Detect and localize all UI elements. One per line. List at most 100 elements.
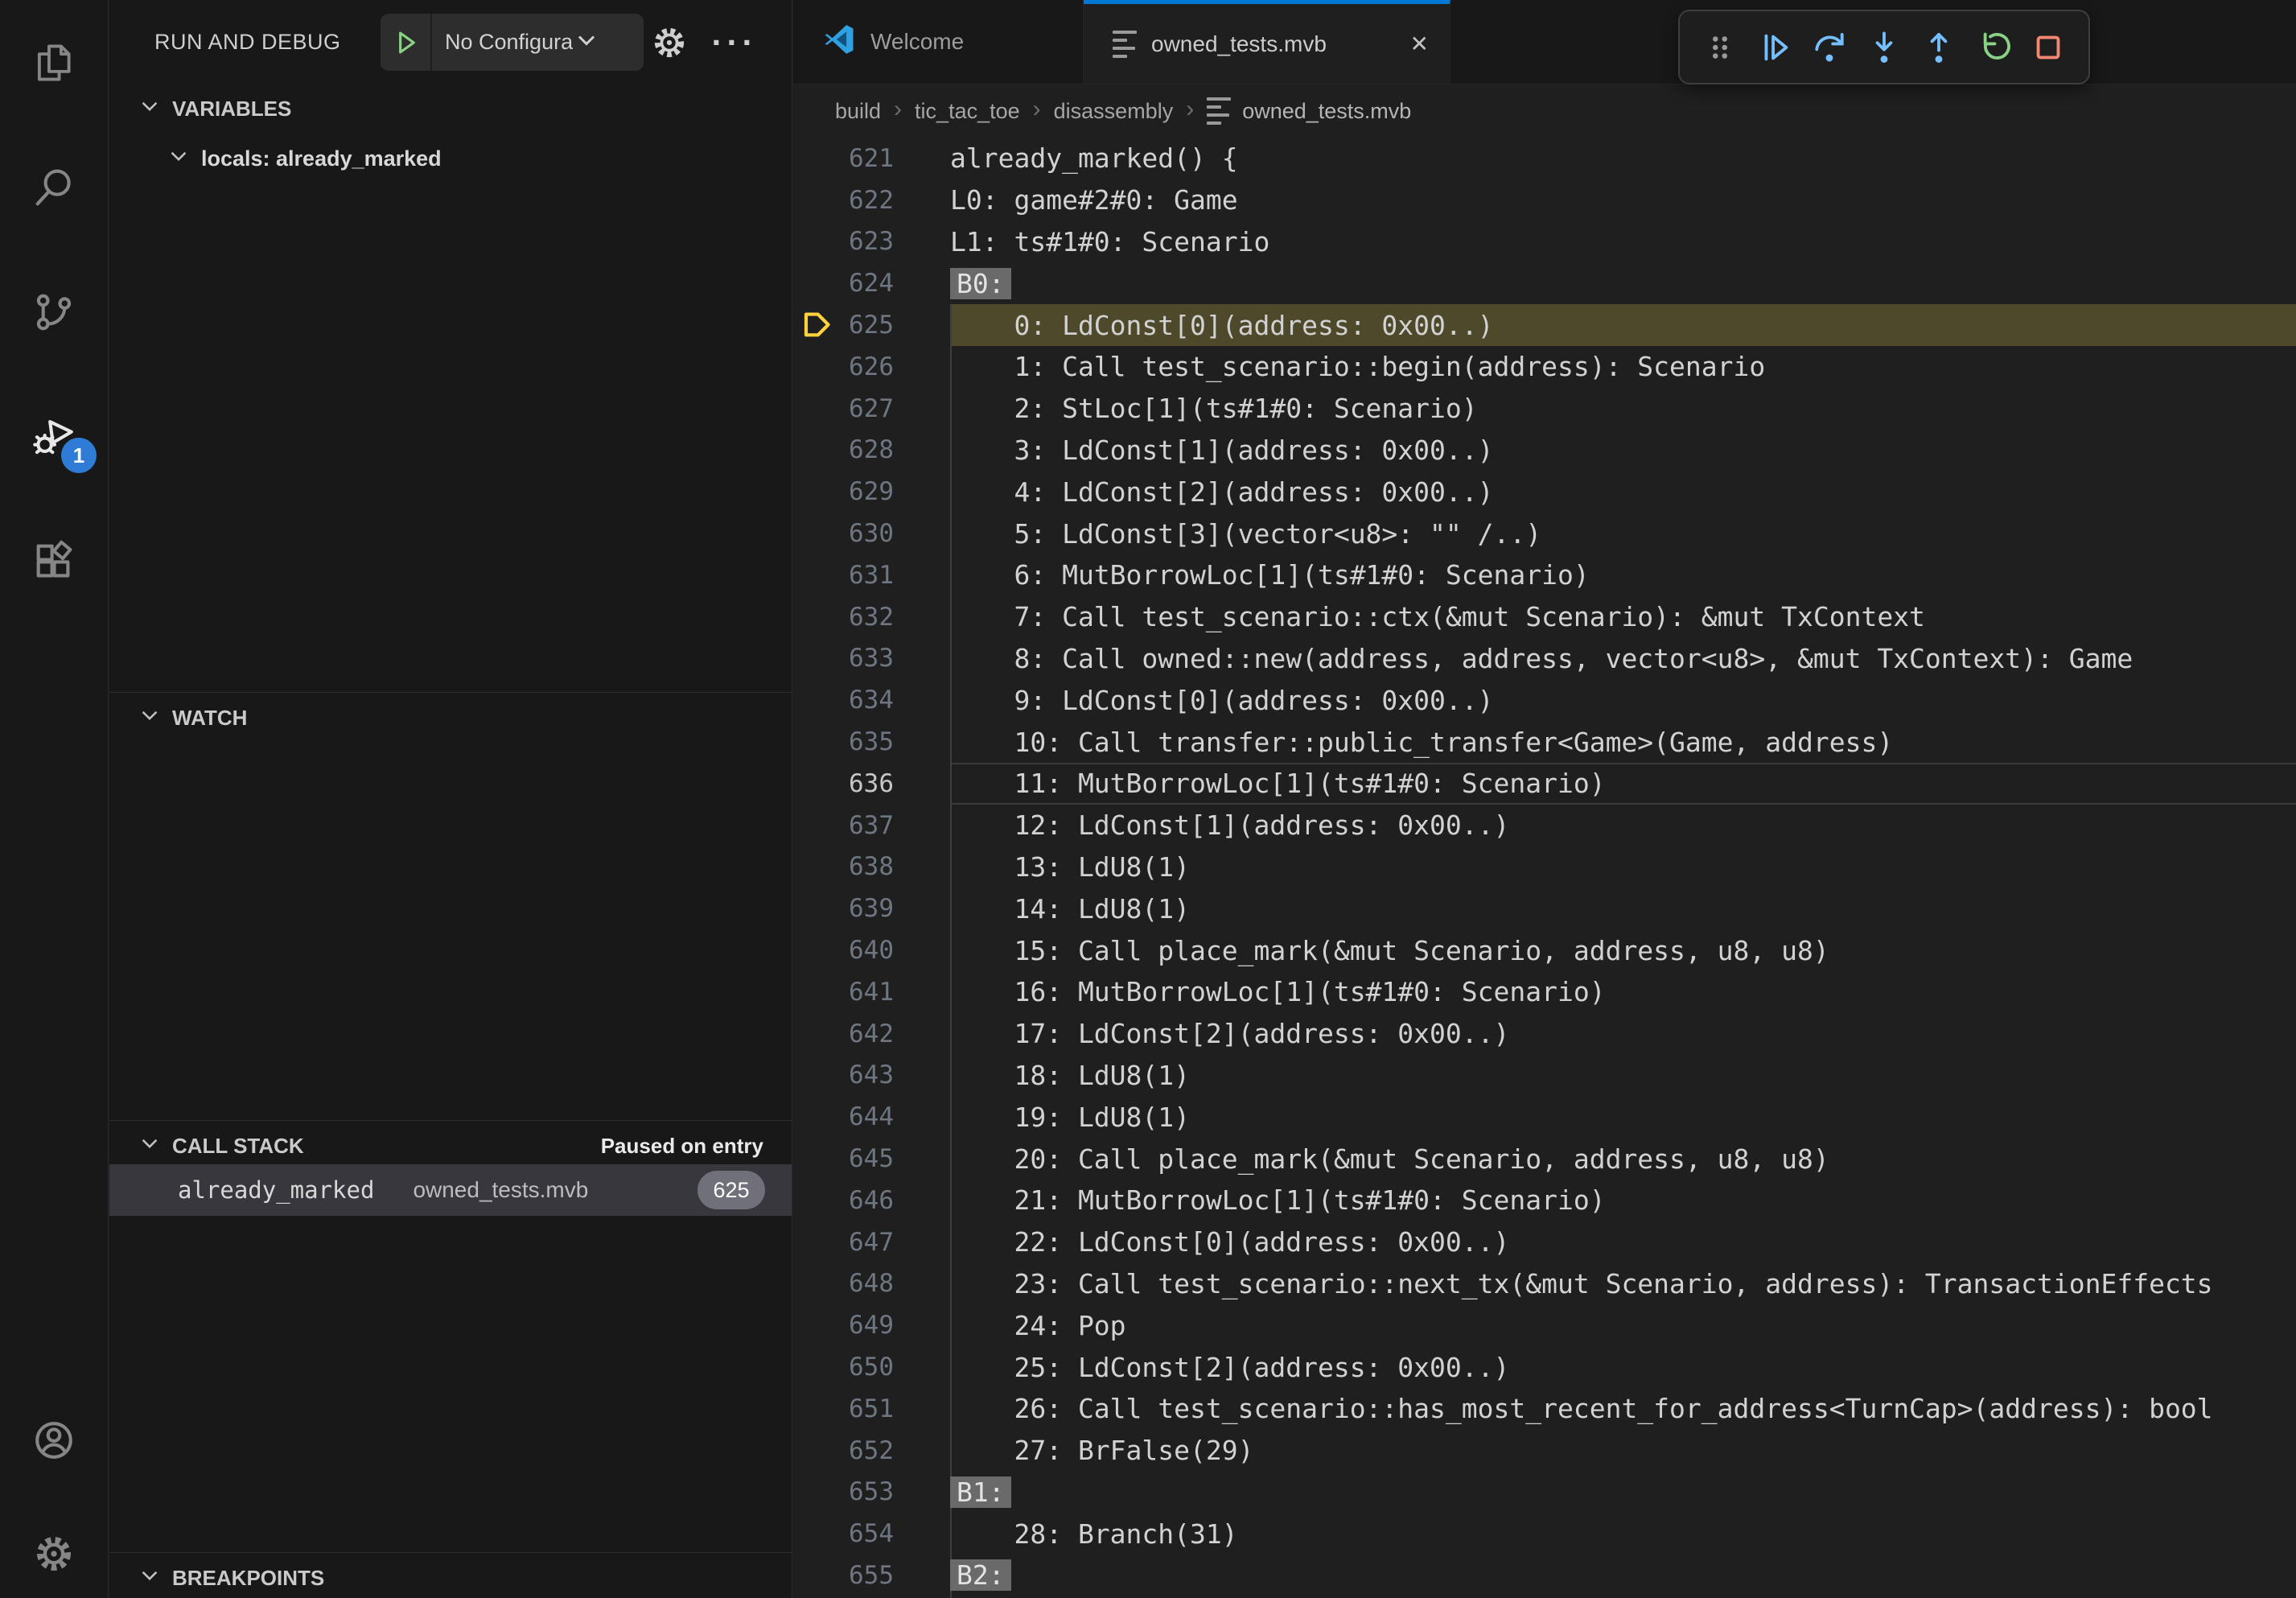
code-line[interactable]: 632 7: Call test_scenario::ctx(&mut Scen…	[793, 596, 2296, 638]
line-number-gutter[interactable]: 629	[793, 471, 950, 513]
breadcrumb-file[interactable]: owned_tests.mvb	[1207, 97, 1411, 125]
code-line[interactable]: 643 18: LdU8(1)	[793, 1055, 2296, 1097]
line-number-gutter[interactable]: 621	[793, 138, 950, 179]
code-line-text[interactable]: already_marked() {	[950, 138, 2296, 179]
source-control-icon[interactable]	[0, 249, 108, 374]
code-line-text[interactable]: 28: Branch(31)	[950, 1513, 2296, 1555]
code-line-text[interactable]: L0: game#2#0: Game	[950, 179, 2296, 221]
breakpoints-header[interactable]: BREAKPOINTS	[109, 1553, 792, 1598]
code-line[interactable]: 653 B1:	[793, 1472, 2296, 1514]
breadcrumb-item[interactable]: build	[835, 99, 881, 124]
code-line[interactable]: 637 12: LdConst[1](address: 0x00..)	[793, 805, 2296, 846]
code-line-text[interactable]: 12: LdConst[1](address: 0x00..)	[950, 805, 2296, 846]
code-line-text[interactable]: 10: Call transfer::public_transfer<Game>…	[950, 721, 2296, 763]
code-line-text[interactable]: 22: LdConst[0](address: 0x00..)	[950, 1221, 2296, 1263]
code-line[interactable]: 625 0: LdConst[0](address: 0x00..)	[793, 304, 2296, 346]
code-line-text[interactable]: 25: LdConst[2](address: 0x00..)	[950, 1346, 2296, 1388]
line-number-gutter[interactable]: 626	[793, 346, 950, 388]
toolbar-drag-grip[interactable]	[1699, 27, 1741, 68]
account-icon[interactable]	[0, 1404, 108, 1477]
code-line-text[interactable]: 5: LdConst[3](vector<u8>: "" /..)	[950, 513, 2296, 554]
restart-button[interactable]	[1973, 27, 2014, 68]
code-line[interactable]: 622 L0: game#2#0: Game	[793, 179, 2296, 221]
code-line[interactable]: 640 15: Call place_mark(&mut Scenario, a…	[793, 929, 2296, 971]
line-number-gutter[interactable]: 649	[793, 1304, 950, 1346]
tab-welcome[interactable]: Welcome	[793, 0, 1084, 84]
code-line[interactable]: 644 19: LdU8(1)	[793, 1096, 2296, 1138]
code-line-text[interactable]: B1:	[950, 1472, 2296, 1514]
code-viewport[interactable]: 621 already_marked() { 622 L0: game#2#0:…	[793, 138, 2296, 1598]
code-line-text[interactable]: 18: LdU8(1)	[950, 1055, 2296, 1097]
code-line-text[interactable]: B0:	[950, 262, 2296, 304]
code-line[interactable]: 635 10: Call transfer::public_transfer<G…	[793, 721, 2296, 763]
code-line[interactable]: 634 9: LdConst[0](address: 0x00..)	[793, 679, 2296, 721]
step-into-button[interactable]	[1863, 27, 1905, 68]
code-line-text[interactable]: B2:	[950, 1555, 2296, 1596]
code-line[interactable]: 623 L1: ts#1#0: Scenario	[793, 221, 2296, 263]
continue-button[interactable]	[1754, 27, 1796, 68]
line-number-gutter[interactable]: 625	[793, 304, 950, 346]
code-line-text[interactable]: 2: StLoc[1](ts#1#0: Scenario)	[950, 388, 2296, 430]
code-line-text[interactable]: 23: Call test_scenario::next_tx(&mut Sce…	[950, 1263, 2296, 1305]
line-number-gutter[interactable]: 643	[793, 1055, 950, 1097]
settings-gear-icon[interactable]	[0, 1518, 108, 1590]
code-line[interactable]: 629 4: LdConst[2](address: 0x00..)	[793, 471, 2296, 513]
code-line-text[interactable]: 7: Call test_scenario::ctx(&mut Scenario…	[950, 596, 2296, 638]
code-line[interactable]: 642 17: LdConst[2](address: 0x00..)	[793, 1013, 2296, 1055]
breadcrumb-item[interactable]: disassembly	[1054, 99, 1174, 124]
line-number-gutter[interactable]: 630	[793, 513, 950, 554]
call-stack-header[interactable]: CALL STACK Paused on entry	[109, 1121, 792, 1171]
code-line-text[interactable]: 11: MutBorrowLoc[1](ts#1#0: Scenario)	[950, 763, 2296, 805]
code-line-text[interactable]: 9: LdConst[0](address: 0x00..)	[950, 679, 2296, 721]
extensions-icon[interactable]	[0, 499, 108, 624]
code-line[interactable]: 639 14: LdU8(1)	[793, 888, 2296, 929]
line-number-gutter[interactable]: 654	[793, 1513, 950, 1555]
code-line[interactable]: 654 28: Branch(31)	[793, 1513, 2296, 1555]
step-over-button[interactable]	[1808, 27, 1850, 68]
line-number-gutter[interactable]: 637	[793, 805, 950, 846]
code-line-text[interactable]: 14: LdU8(1)	[950, 888, 2296, 929]
breadcrumb-item[interactable]: tic_tac_toe	[915, 99, 1020, 124]
explorer-icon[interactable]	[0, 0, 108, 125]
line-number-gutter[interactable]: 632	[793, 596, 950, 638]
code-line[interactable]: 627 2: StLoc[1](ts#1#0: Scenario)	[793, 388, 2296, 430]
start-debug-icon[interactable]	[381, 14, 432, 71]
line-number-gutter[interactable]: 646	[793, 1180, 950, 1221]
line-number-gutter[interactable]: 622	[793, 179, 950, 221]
line-number-gutter[interactable]: 638	[793, 846, 950, 888]
code-line[interactable]: 641 16: MutBorrowLoc[1](ts#1#0: Scenario…	[793, 971, 2296, 1013]
code-line-text[interactable]: 4: LdConst[2](address: 0x00..)	[950, 471, 2296, 513]
code-line-text[interactable]: 3: LdConst[1](address: 0x00..)	[950, 430, 2296, 472]
code-line[interactable]: 646 21: MutBorrowLoc[1](ts#1#0: Scenario…	[793, 1180, 2296, 1221]
line-number-gutter[interactable]: 623	[793, 221, 950, 263]
step-out-button[interactable]	[1918, 27, 1960, 68]
variables-header[interactable]: VARIABLES	[109, 84, 792, 134]
code-line[interactable]: 655 B2:	[793, 1555, 2296, 1596]
stop-button[interactable]	[2027, 27, 2069, 68]
line-number-gutter[interactable]: 641	[793, 971, 950, 1013]
code-line-text[interactable]: 16: MutBorrowLoc[1](ts#1#0: Scenario)	[950, 971, 2296, 1013]
code-line-text[interactable]: 8: Call owned::new(address, address, vec…	[950, 638, 2296, 680]
code-line-text[interactable]: 19: LdU8(1)	[950, 1096, 2296, 1138]
code-line-text[interactable]: 0: LdConst[0](address: 0x00..)	[950, 304, 2296, 346]
variables-scope-locals[interactable]: locals: already_marked	[109, 134, 792, 183]
line-number-gutter[interactable]: 624	[793, 262, 950, 304]
line-number-gutter[interactable]: 634	[793, 679, 950, 721]
code-line-text[interactable]: 26: Call test_scenario::has_most_recent_…	[950, 1388, 2296, 1430]
code-line[interactable]: 621 already_marked() {	[793, 138, 2296, 179]
code-line-text[interactable]: 20: Call place_mark(&mut Scenario, addre…	[950, 1138, 2296, 1180]
code-line[interactable]: 636 11: MutBorrowLoc[1](ts#1#0: Scenario…	[793, 763, 2296, 805]
code-line[interactable]: 648 23: Call test_scenario::next_tx(&mut…	[793, 1263, 2296, 1305]
code-line[interactable]: 647 22: LdConst[0](address: 0x00..)	[793, 1221, 2296, 1263]
tab-owned-tests[interactable]: owned_tests.mvb ✕	[1084, 0, 1450, 84]
code-line-text[interactable]: 15: Call place_mark(&mut Scenario, addre…	[950, 929, 2296, 971]
line-number-gutter[interactable]: 653	[793, 1472, 950, 1514]
close-icon[interactable]: ✕	[1410, 31, 1429, 57]
watch-header[interactable]: WATCH	[109, 693, 792, 743]
code-line[interactable]: 650 25: LdConst[2](address: 0x00..)	[793, 1346, 2296, 1388]
debug-settings-gear-icon[interactable]	[645, 0, 693, 84]
code-line-text[interactable]: 6: MutBorrowLoc[1](ts#1#0: Scenario)	[950, 554, 2296, 596]
call-stack-frame-row[interactable]: already_marked owned_tests.mvb 625	[109, 1164, 792, 1216]
code-line[interactable]: 652 27: BrFalse(29)	[793, 1430, 2296, 1472]
line-number-gutter[interactable]: 652	[793, 1430, 950, 1472]
